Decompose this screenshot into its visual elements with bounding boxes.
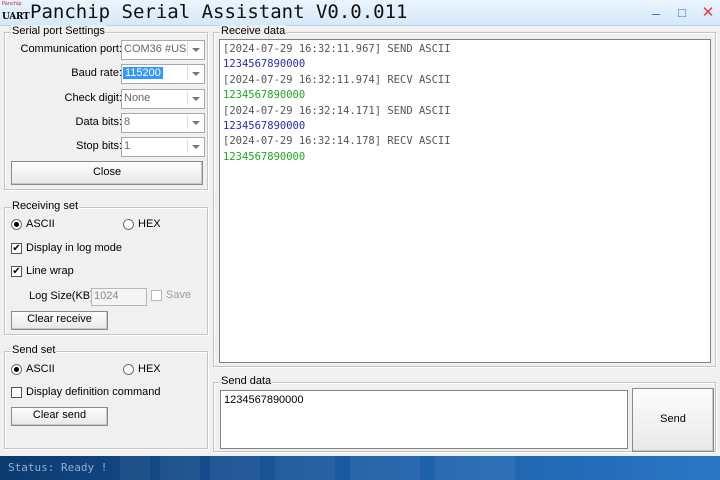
status-decoration: [275, 456, 335, 480]
baud-label: Baud rate:: [71, 67, 122, 79]
check-digit-value: None: [124, 92, 151, 104]
clear-send-button[interactable]: Clear send: [11, 407, 108, 426]
display-definition-label: Display definition command: [26, 386, 161, 398]
log-data: 1234567890000: [223, 150, 306, 163]
serial-settings-legend: Serial port Settings: [11, 25, 106, 37]
receive-ascii-radio[interactable]: [11, 219, 22, 230]
display-definition-checkbox[interactable]: [11, 387, 22, 398]
log-entry: [2024-07-29 16:32:14.178] RECV ASCII 123…: [223, 134, 707, 165]
logo-small-text: Panchip: [2, 1, 22, 7]
data-bits-value: 8: [124, 116, 131, 128]
chevron-down-icon: [187, 42, 203, 56]
log-size-input[interactable]: 1024: [91, 288, 147, 306]
port-label: Communication port:: [20, 43, 123, 55]
status-decoration: [435, 456, 515, 480]
data-bits-label: Data bits:: [75, 116, 122, 128]
send-set-group: Send set ASCII HEX Display definition co…: [4, 344, 208, 449]
serial-settings-group: Serial port Settings Communication port:…: [4, 25, 208, 190]
log-data: 1234567890000: [223, 120, 306, 133]
log-size-value: 1024: [94, 290, 119, 302]
log-entry: [2024-07-29 16:32:11.967] SEND ASCII 123…: [223, 42, 707, 73]
send-data-group: Send data 1234567890000 Send: [213, 375, 716, 452]
title-bar: Panchip UART Panchip Serial Assistant V0…: [0, 0, 720, 26]
receive-hex-label: HEX: [138, 218, 161, 230]
send-hex-radio[interactable]: [123, 364, 134, 375]
log-mode-label: Display in log mode: [26, 242, 122, 254]
save-label: Save: [166, 289, 192, 301]
chevron-down-icon: [187, 66, 203, 80]
status-decoration: [210, 456, 260, 480]
stop-bits-value: 1: [124, 140, 131, 152]
stop-bits-label: Stop bits:: [76, 140, 122, 152]
send-button[interactable]: Send: [632, 388, 714, 452]
log-entry: [2024-07-29 16:32:11.974] RECV ASCII 123…: [223, 73, 707, 104]
close-port-button[interactable]: Close: [11, 161, 203, 185]
status-decoration: [160, 456, 200, 480]
check-digit-select[interactable]: None: [121, 89, 205, 109]
log-header: [2024-07-29 16:32:11.967] SEND ASCII: [223, 43, 451, 55]
port-value: COM36 #USI: [124, 43, 186, 55]
baud-select[interactable]: 115200: [121, 64, 205, 84]
window-title: Panchip Serial Assistant V0.0.011: [30, 1, 408, 23]
app-logo: Panchip UART: [2, 1, 30, 25]
status-bar: Status: Ready !: [0, 456, 720, 480]
clear-receive-label: Clear receive: [27, 313, 92, 325]
receive-ascii-label: ASCII: [26, 218, 55, 230]
clear-receive-button[interactable]: Clear receive: [11, 311, 108, 330]
log-size-label: Log Size(KB):: [29, 290, 97, 302]
status-decoration: [120, 456, 150, 480]
receive-data-group: Receive data [2024-07-29 16:32:11.967] S…: [213, 25, 716, 367]
check-digit-label: Check digit:: [64, 92, 122, 104]
line-wrap-label: Line wrap: [26, 265, 74, 277]
data-bits-select[interactable]: 8: [121, 113, 205, 133]
send-hex-label: HEX: [138, 363, 161, 375]
receive-data-legend: Receive data: [220, 25, 287, 37]
log-data: 1234567890000: [223, 58, 306, 71]
receive-hex-radio[interactable]: [123, 219, 134, 230]
send-ascii-label: ASCII: [26, 363, 55, 375]
log-header: [2024-07-29 16:32:14.171] SEND ASCII: [223, 104, 451, 117]
receiving-set-legend: Receiving set: [11, 200, 80, 212]
chevron-down-icon: [187, 91, 203, 105]
baud-value: 115200: [123, 67, 163, 79]
send-button-label: Send: [660, 413, 686, 425]
log-mode-checkbox[interactable]: ✔: [11, 243, 22, 254]
line-wrap-checkbox[interactable]: ✔: [11, 266, 22, 277]
maximize-button[interactable]: □: [671, 3, 693, 23]
log-header: [2024-07-29 16:32:14.178] RECV ASCII: [223, 135, 451, 148]
log-data: 1234567890000: [223, 89, 306, 102]
log-header: [2024-07-29 16:32:11.974] RECV ASCII: [223, 73, 451, 86]
save-checkbox[interactable]: [151, 290, 162, 301]
send-data-legend: Send data: [220, 375, 273, 387]
logo-main-text: UART: [2, 12, 30, 22]
send-input[interactable]: 1234567890000: [220, 390, 628, 449]
minimize-button[interactable]: –: [645, 3, 667, 23]
close-window-button[interactable]: ✕: [697, 3, 719, 23]
chevron-down-icon: [187, 115, 203, 129]
send-ascii-radio[interactable]: [11, 364, 22, 375]
log-entry: [2024-07-29 16:32:14.171] SEND ASCII 123…: [223, 104, 707, 135]
send-set-legend: Send set: [11, 344, 57, 356]
status-decoration: [350, 456, 420, 480]
clear-send-label: Clear send: [32, 409, 87, 421]
receiving-set-group: Receiving set ASCII HEX ✔ Display in log…: [4, 200, 208, 335]
stop-bits-select[interactable]: 1: [121, 137, 205, 157]
receive-log[interactable]: [2024-07-29 16:32:11.967] SEND ASCII 123…: [219, 39, 711, 363]
chevron-down-icon: [187, 139, 203, 153]
status-text: Status: Ready !: [8, 461, 108, 474]
close-port-label: Close: [92, 166, 122, 178]
port-select[interactable]: COM36 #USI: [121, 40, 205, 60]
